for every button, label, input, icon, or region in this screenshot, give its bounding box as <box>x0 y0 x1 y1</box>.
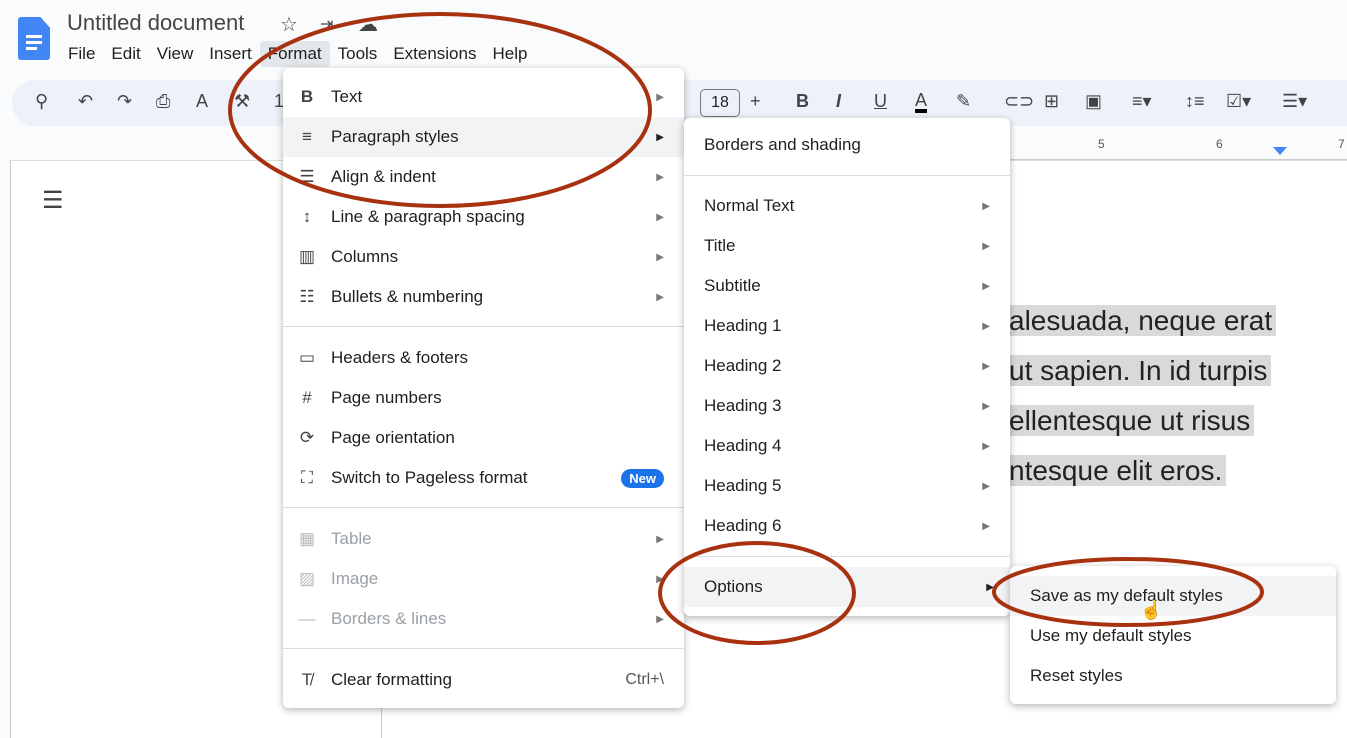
annotation-ellipse-format <box>228 12 652 208</box>
annotation-overlay <box>228 12 1264 645</box>
hand-cursor-icon: ☝ <box>1140 600 1163 620</box>
annotation-ellipse-save-default <box>992 557 1264 627</box>
annotation-ellipse-options <box>658 541 856 645</box>
